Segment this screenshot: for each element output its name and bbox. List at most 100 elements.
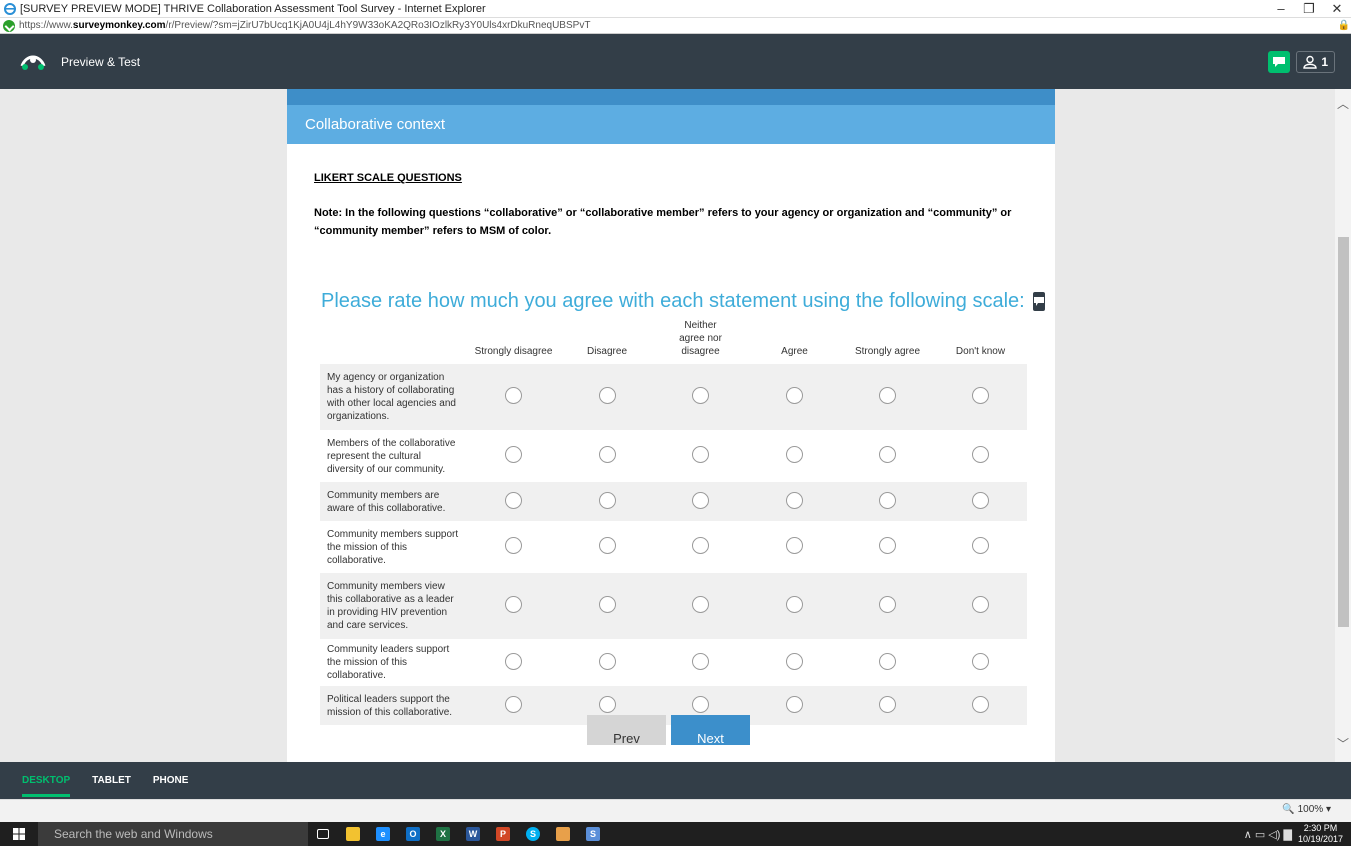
zoom-control[interactable]: 🔍 100% ▾	[1282, 804, 1331, 815]
radio-cell	[561, 364, 653, 430]
radio-option[interactable]	[786, 695, 803, 713]
radio-option[interactable]	[786, 537, 803, 554]
tab-tablet[interactable]: TABLET	[92, 762, 131, 799]
radio-option[interactable]	[786, 491, 803, 509]
radio-option[interactable]	[879, 491, 896, 509]
prev-button[interactable]: Prev	[587, 715, 666, 746]
radio-option[interactable]	[879, 652, 896, 670]
row-label: My agency or organization has a history …	[320, 364, 466, 430]
page-scrollbar[interactable]: ︿ ﹀	[1335, 89, 1351, 762]
matrix-row: Community members view this collaborativ…	[320, 573, 1027, 639]
scroll-up-icon[interactable]: ︿	[1337, 95, 1349, 112]
row-label: Political leaders support the mission of…	[320, 686, 466, 725]
radio-option[interactable]	[786, 446, 803, 463]
radio-option[interactable]	[505, 695, 522, 713]
tab-phone[interactable]: PHONE	[153, 762, 189, 799]
tab-desktop[interactable]: DESKTOP	[22, 762, 71, 799]
excel-icon[interactable]: X	[428, 822, 458, 846]
collaborators-button[interactable]: 1	[1296, 50, 1335, 73]
radio-option[interactable]	[786, 387, 803, 404]
url-field[interactable]: https://www.surveymonkey.com/r/Preview/?…	[19, 20, 1337, 31]
start-button[interactable]	[0, 822, 38, 846]
sas-icon[interactable]: S	[578, 822, 608, 846]
radio-option[interactable]	[598, 491, 616, 509]
radio-option[interactable]	[692, 446, 709, 463]
window-title: [SURVEY PREVIEW MODE] THRIVE Collaborati…	[20, 2, 486, 15]
url-path: /r/Preview/?sm=jZirU7bUcq1KjA0U4jL4hY9W3…	[165, 20, 591, 31]
radio-option[interactable]	[972, 537, 989, 554]
radio-option[interactable]	[879, 596, 896, 613]
radio-cell	[841, 364, 934, 430]
radio-cell	[561, 573, 653, 639]
radio-option[interactable]	[879, 695, 896, 713]
radio-option[interactable]	[692, 652, 709, 670]
radio-cell	[748, 482, 841, 521]
radio-option[interactable]	[879, 537, 896, 554]
paint-icon[interactable]	[548, 822, 578, 846]
progress-strip	[287, 89, 1055, 105]
row-label: Community members are aware of this coll…	[320, 482, 466, 521]
radio-option[interactable]	[505, 491, 522, 509]
word-icon[interactable]: W	[458, 822, 488, 846]
scrollbar-thumb[interactable]	[1338, 237, 1349, 627]
edge-browser-icon[interactable]: e	[368, 822, 398, 846]
survey-viewport: Collaborative context LIKERT SCALE QUEST…	[0, 89, 1351, 762]
radio-option[interactable]	[879, 387, 896, 404]
radio-option[interactable]	[692, 491, 709, 509]
outlook-icon[interactable]: O	[398, 822, 428, 846]
clock-date: 10/19/2017	[1297, 834, 1343, 844]
taskbar-clock[interactable]: 2:30 PM 10/19/2017	[1298, 823, 1343, 845]
radio-option[interactable]	[972, 695, 989, 713]
radio-option[interactable]	[598, 596, 616, 613]
address-bar[interactable]: https://www.surveymonkey.com/r/Preview/?…	[0, 17, 1351, 34]
radio-cell	[466, 639, 561, 686]
minimize-button[interactable]: –	[1267, 1, 1295, 16]
radio-option[interactable]	[598, 387, 616, 404]
radio-cell	[748, 686, 841, 725]
surveymonkey-logo-icon[interactable]	[20, 52, 46, 72]
radio-option[interactable]	[505, 537, 522, 554]
preview-test-label: Preview & Test	[61, 54, 141, 69]
radio-option[interactable]	[972, 446, 989, 463]
scroll-down-icon[interactable]: ﹀	[1337, 735, 1349, 752]
matrix-row: Community members support the mission of…	[320, 521, 1027, 573]
file-explorer-icon[interactable]	[338, 822, 368, 846]
comments-button[interactable]	[1268, 50, 1291, 73]
radio-option[interactable]	[972, 491, 989, 509]
taskbar-search-input[interactable]: Search the web and Windows	[38, 822, 308, 846]
url-domain: surveymonkey.com	[72, 20, 166, 31]
radio-option[interactable]	[972, 387, 989, 404]
radio-option[interactable]	[879, 446, 896, 463]
radio-option[interactable]	[505, 446, 522, 463]
radio-option[interactable]	[505, 596, 522, 613]
radio-option[interactable]	[692, 695, 709, 713]
radio-option[interactable]	[786, 596, 803, 613]
radio-option[interactable]	[598, 652, 616, 670]
radio-option[interactable]	[505, 652, 522, 670]
system-tray-icons[interactable]: ∧ ▭ ◁) ▇	[1244, 828, 1292, 841]
radio-option[interactable]	[505, 387, 522, 404]
next-button[interactable]: Next	[671, 715, 750, 746]
radio-option[interactable]	[692, 387, 709, 404]
radio-cell	[653, 482, 748, 521]
radio-cell	[748, 639, 841, 686]
radio-cell	[841, 686, 934, 725]
close-button[interactable]: ✕	[1323, 1, 1351, 17]
radio-option[interactable]	[598, 446, 616, 463]
matrix-body: My agency or organization has a history …	[320, 364, 1027, 725]
user-icon	[1303, 55, 1318, 69]
radio-option[interactable]	[692, 596, 709, 613]
powerpoint-icon[interactable]: P	[488, 822, 518, 846]
radio-option[interactable]	[972, 596, 989, 613]
radio-option[interactable]	[598, 695, 616, 713]
radio-option[interactable]	[692, 537, 709, 554]
question-comment-button[interactable]	[1032, 292, 1045, 311]
skype-icon[interactable]: S	[518, 822, 548, 846]
radio-option[interactable]	[598, 537, 616, 554]
radio-option[interactable]	[786, 652, 803, 670]
column-header: Strongly agree	[854, 346, 921, 357]
task-view-icon[interactable]	[308, 822, 338, 846]
radio-cell	[653, 430, 748, 482]
radio-option[interactable]	[972, 652, 989, 670]
restore-button[interactable]: ❐	[1295, 1, 1323, 17]
